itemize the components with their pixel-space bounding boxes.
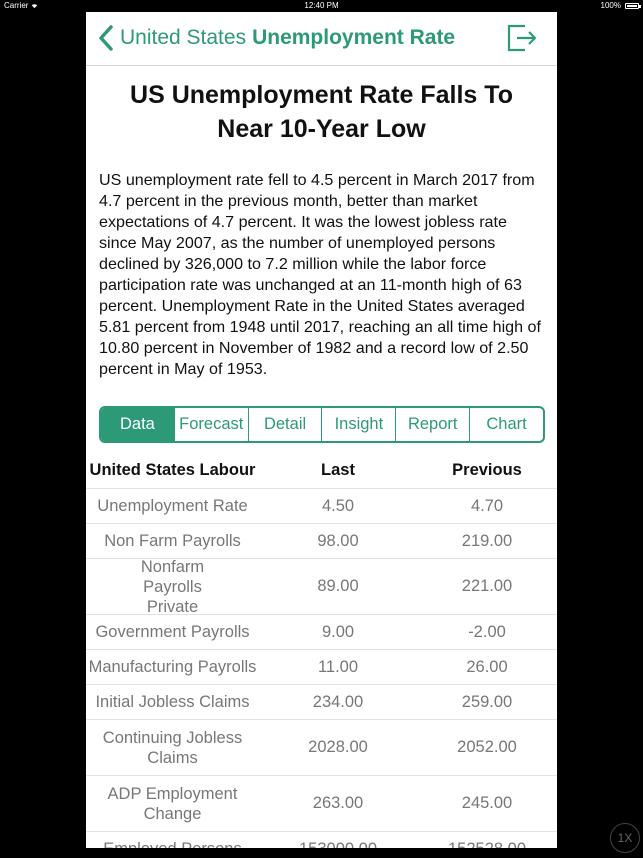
table-row[interactable]: ADP Employment Change 263.00 245.00: [86, 776, 557, 832]
page-title: Unemployment Rate: [252, 26, 456, 49]
row-name: Continuing Jobless Claims: [102, 728, 243, 767]
table-row[interactable]: Nonfarm Payrolls Private 89.00 221.00: [86, 557, 557, 616]
tab-insight[interactable]: Insight: [321, 408, 395, 441]
row-last: 234.00: [312, 692, 364, 711]
column-header-indicator: United States Labour: [89, 460, 256, 479]
battery-icon: [625, 3, 639, 9]
row-name: Nonfarm Payrolls Private: [140, 557, 205, 616]
back-chevron-icon[interactable]: [96, 24, 116, 52]
row-last: 89.00: [317, 577, 359, 595]
table-row[interactable]: Continuing Jobless Claims 2028.00 2052.0…: [86, 720, 557, 776]
navigation-bar: United States Unemployment Rate: [86, 12, 557, 66]
table-row[interactable]: Employed Persons 153000.00 152528.00: [86, 832, 557, 849]
segmented-tabs: Data Forecast Detail Insight Report Char…: [99, 406, 545, 443]
row-name: Government Payrolls: [95, 623, 250, 641]
status-bar: Carrier 12:40 PM 100%: [0, 0, 643, 12]
row-name: Manufacturing Payrolls: [88, 658, 257, 676]
article-headline: US Unemployment Rate Falls To Near 10-Ye…: [130, 81, 513, 143]
tab-report[interactable]: Report: [395, 408, 469, 441]
row-last: 4.50: [321, 496, 355, 515]
tab-forecast[interactable]: Forecast: [173, 408, 248, 441]
zoom-badge[interactable]: 1X: [610, 823, 640, 853]
share-export-icon[interactable]: [505, 22, 539, 54]
row-last: 9.00: [321, 622, 355, 641]
row-previous: 152528.00: [417, 840, 557, 849]
row-last: 2028.00: [308, 738, 368, 756]
row-name: Non Farm Payrolls: [104, 532, 241, 550]
row-name: Initial Jobless Claims: [95, 693, 250, 711]
content-card: United States Unemployment Rate US Unempl…: [86, 12, 557, 848]
row-previous: -2.00: [468, 622, 506, 641]
row-last: 11.00: [317, 657, 359, 676]
table-row[interactable]: Unemployment Rate 4.50 4.70: [86, 489, 557, 524]
nav-title: United States Unemployment Rate: [120, 26, 455, 50]
row-last: 263.00: [312, 794, 364, 812]
table-row[interactable]: Initial Jobless Claims 234.00 259.00: [86, 685, 557, 720]
row-name: Employed Persons: [86, 839, 259, 848]
tab-data[interactable]: Data: [101, 408, 174, 441]
table-header: United States Labour Last Previous: [86, 452, 557, 489]
back-button-label[interactable]: United States: [120, 26, 246, 49]
status-time: 12:40 PM: [304, 1, 339, 10]
article-summary: US unemployment rate fell to 4.5 percent…: [99, 171, 541, 378]
row-last: 153000.00: [259, 840, 417, 849]
labour-table: United States Labour Last Previous Unemp…: [86, 452, 557, 848]
battery-percent: 100%: [600, 1, 621, 10]
column-header-last: Last: [321, 460, 355, 479]
table-row[interactable]: Non Farm Payrolls 98.00 219.00: [86, 524, 557, 559]
tab-detail[interactable]: Detail: [247, 408, 322, 441]
table-row[interactable]: Manufacturing Payrolls 11.00 26.00: [86, 650, 557, 685]
row-previous: 245.00: [461, 794, 513, 812]
battery-cap: [639, 5, 641, 8]
row-last: 98.00: [317, 531, 359, 550]
tab-chart[interactable]: Chart: [469, 408, 543, 441]
row-previous: 26.00: [466, 657, 508, 676]
row-previous: 219.00: [461, 531, 513, 550]
row-previous: 4.70: [470, 496, 504, 515]
column-header-previous: Previous: [452, 460, 522, 479]
row-name: ADP Employment Change: [107, 784, 238, 823]
row-previous: 221.00: [461, 577, 513, 595]
row-name: Unemployment Rate: [97, 497, 248, 515]
row-previous: 259.00: [461, 692, 513, 711]
table-row[interactable]: Government Payrolls 9.00 -2.00: [86, 615, 557, 650]
row-previous: 2052.00: [457, 738, 517, 756]
